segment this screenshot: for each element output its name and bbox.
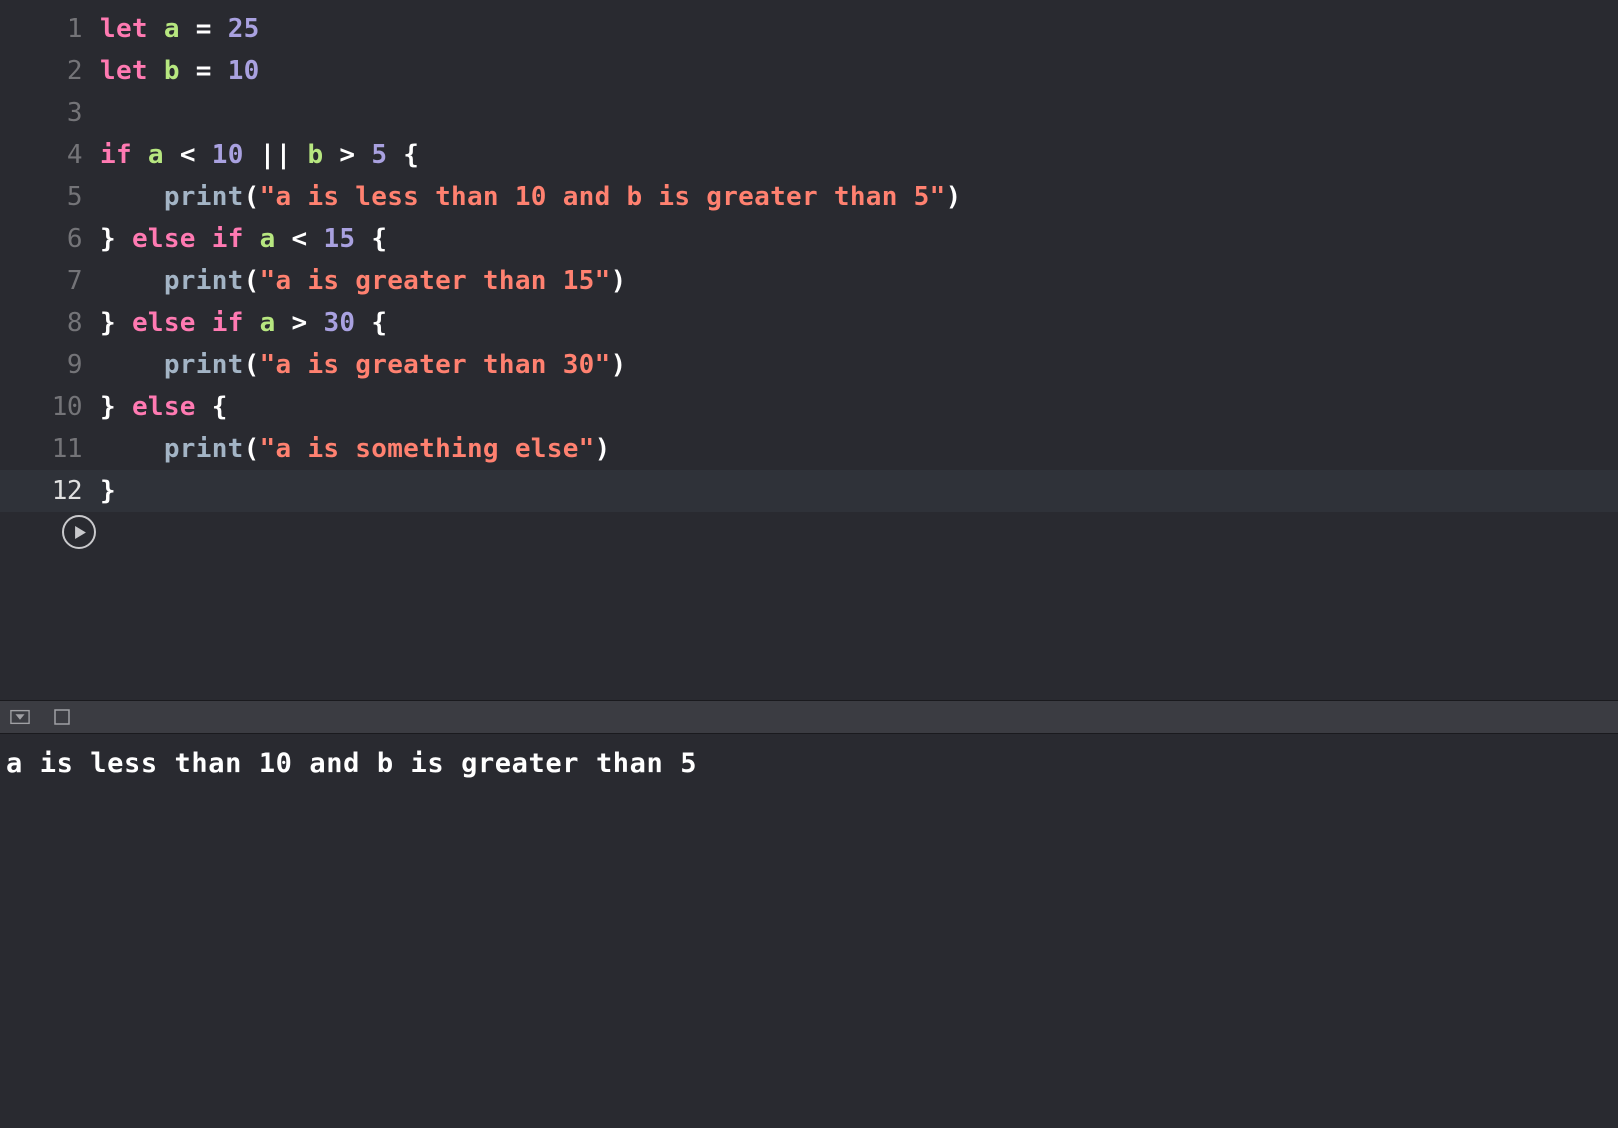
code-line[interactable]: 9 print("a is greater than 30") bbox=[0, 344, 1618, 386]
code-line[interactable]: 12} bbox=[0, 470, 1618, 512]
code-content[interactable]: } else if a > 30 { bbox=[100, 302, 387, 344]
line-number: 12 bbox=[0, 470, 100, 512]
code-content[interactable]: print("a is something else") bbox=[100, 428, 611, 470]
code-line[interactable]: 4if a < 10 || b > 5 { bbox=[0, 134, 1618, 176]
code-line[interactable]: 7 print("a is greater than 15") bbox=[0, 260, 1618, 302]
code-content[interactable]: print("a is less than 10 and b is greate… bbox=[100, 176, 962, 218]
code-line[interactable]: 10} else { bbox=[0, 386, 1618, 428]
code-content[interactable]: } else if a < 15 { bbox=[100, 218, 387, 260]
code-content[interactable]: } bbox=[100, 470, 116, 512]
console-toolbar bbox=[0, 700, 1618, 734]
code-content[interactable]: let b = 10 bbox=[100, 50, 260, 92]
console-output: a is less than 10 and b is greater than … bbox=[0, 734, 1618, 1128]
line-number: 2 bbox=[0, 50, 100, 92]
line-number: 6 bbox=[0, 218, 100, 260]
line-number: 11 bbox=[0, 428, 100, 470]
code-line[interactable]: 2let b = 10 bbox=[0, 50, 1618, 92]
line-number: 7 bbox=[0, 260, 100, 302]
line-number: 9 bbox=[0, 344, 100, 386]
code-content[interactable]: if a < 10 || b > 5 { bbox=[100, 134, 419, 176]
line-number: 8 bbox=[0, 302, 100, 344]
line-number: 10 bbox=[0, 386, 100, 428]
console-dropdown-icon[interactable] bbox=[10, 707, 30, 727]
line-number: 1 bbox=[0, 8, 100, 50]
code-line[interactable]: 1let a = 25 bbox=[0, 8, 1618, 50]
code-line[interactable]: 8} else if a > 30 { bbox=[0, 302, 1618, 344]
run-button[interactable] bbox=[62, 515, 96, 549]
code-content[interactable]: print("a is greater than 15") bbox=[100, 260, 627, 302]
console-output-text: a is less than 10 and b is greater than … bbox=[6, 748, 697, 779]
line-number: 3 bbox=[0, 92, 100, 134]
code-line[interactable]: 11 print("a is something else") bbox=[0, 428, 1618, 470]
console-panel-icon[interactable] bbox=[52, 707, 72, 727]
code-content[interactable]: } else { bbox=[100, 386, 228, 428]
code-line[interactable]: 3 bbox=[0, 92, 1618, 134]
code-content[interactable]: let a = 25 bbox=[100, 8, 260, 50]
code-editor[interactable]: 1let a = 252let b = 1034if a < 10 || b >… bbox=[0, 0, 1618, 700]
line-number: 4 bbox=[0, 134, 100, 176]
play-icon bbox=[74, 526, 87, 539]
line-number: 5 bbox=[0, 176, 100, 218]
code-line[interactable]: 5 print("a is less than 10 and b is grea… bbox=[0, 176, 1618, 218]
code-content[interactable]: print("a is greater than 30") bbox=[100, 344, 627, 386]
code-line[interactable]: 6} else if a < 15 { bbox=[0, 218, 1618, 260]
